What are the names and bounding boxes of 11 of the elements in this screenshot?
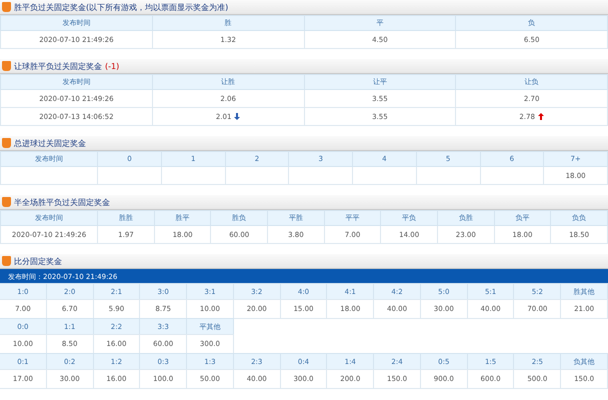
flag-icon [2,61,11,71]
handicap-label: (-1) [105,62,120,70]
section-title: 比分固定奖金 [14,256,62,266]
section-title: 让球胜平负过关固定奖金 [14,60,102,72]
flag-icon [2,197,11,207]
section-title: 半全场胜平负过关固定奖金 [14,196,110,208]
section-title: 总进球过关固定奖金 [14,138,86,148]
flag-icon [2,2,11,12]
flag-icon [2,138,11,148]
flag-icon [2,256,11,266]
section-title: 胜平负过关固定奖金(以下所有游戏，均以票面显示奖金为准) [14,2,228,12]
